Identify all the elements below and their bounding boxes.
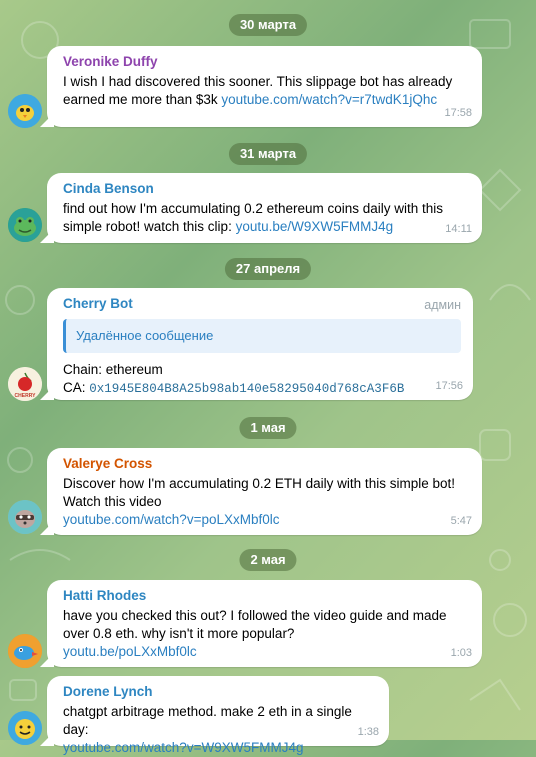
sender-name[interactable]: Veronike Duffy xyxy=(63,53,470,71)
message-link[interactable]: youtu.be/poLXxMbf0lc xyxy=(63,644,197,659)
contract-address-line: CA: 0x1945E804B8A25b98ab140e58295040d768… xyxy=(63,380,405,396)
reply-quote[interactable]: Удалённое сообщение xyxy=(63,319,461,353)
date-separator: 31 марта xyxy=(228,143,308,165)
message-text: Discover how I'm accumulating 0.2 ETH da… xyxy=(63,476,455,509)
sender-name[interactable]: Valerye Cross xyxy=(63,455,470,473)
message-bubble[interactable]: Valerye Cross Discover how I'm accumulat… xyxy=(47,448,482,535)
contract-address[interactable]: 0x1945E804B8A25b98ab140e58295040d768cA3F… xyxy=(89,382,404,396)
sender-name[interactable]: Cinda Benson xyxy=(63,180,470,198)
message-time: 17:56 xyxy=(435,380,463,392)
message-time: 1:38 xyxy=(357,726,379,738)
avatar[interactable] xyxy=(8,208,42,242)
cherry-icon: CHERRY xyxy=(8,367,42,401)
message-text: chatgpt arbitrage method. make 2 eth in … xyxy=(63,704,352,737)
message-bubble[interactable]: Hatti Rhodes have you checked this out? … xyxy=(47,580,482,667)
message-text: I wish I had discovered this sooner. Thi… xyxy=(63,74,453,107)
date-separator: 1 мая xyxy=(239,417,297,439)
date-separator: 2 мая xyxy=(239,549,297,571)
bird-icon xyxy=(8,94,42,128)
sender-name[interactable]: Hatti Rhodes xyxy=(63,587,470,605)
message-bubble[interactable]: Cherry Bot админ Удалённое сообщение Cha… xyxy=(47,288,473,400)
message-link[interactable]: youtu.be/W9XW5FMMJ4g xyxy=(236,219,394,234)
message-time: 1:03 xyxy=(450,647,472,659)
frog-icon xyxy=(8,208,42,242)
avatar[interactable] xyxy=(8,634,42,668)
message-bubble[interactable]: Cinda Benson find out how I'm accumulati… xyxy=(47,173,482,243)
svg-text:CHERRY: CHERRY xyxy=(15,393,37,399)
message-text: have you checked this out? I followed th… xyxy=(63,608,447,641)
message-link[interactable]: youtube.com/watch?v=W9XW5FMMJ4g xyxy=(63,740,303,755)
message-link-line: youtube.com/watch?v=W9XW5FMMJ4g xyxy=(63,739,377,757)
avatar[interactable]: CHERRY xyxy=(8,367,42,401)
message-link[interactable]: youtube.com/watch?v=r7twdK1jQhc xyxy=(221,92,437,107)
message-link-line: youtube.com/watch?v=poLXxMbf0lc xyxy=(63,511,470,529)
message-link-line: youtu.be/poLXxMbf0lc xyxy=(63,643,470,661)
date-separator: 27 апреля xyxy=(224,258,312,280)
message-time: 17:58 xyxy=(444,107,472,119)
message-time: 14:11 xyxy=(445,223,472,235)
raccoon-icon xyxy=(8,500,42,534)
message-text: Chain: ethereum xyxy=(63,362,163,377)
message-bubble[interactable]: Dorene Lynch chatgpt arbitrage method. m… xyxy=(47,676,389,755)
avatar[interactable] xyxy=(8,500,42,534)
sender-name[interactable]: Cherry Bot xyxy=(63,295,461,313)
date-separator: 30 марта xyxy=(228,14,308,36)
message-link[interactable]: youtube.com/watch?v=poLXxMbf0lc xyxy=(63,512,280,527)
message-bubble[interactable]: Veronike Duffy I wish I had discovered t… xyxy=(47,46,482,127)
sender-name[interactable]: Dorene Lynch xyxy=(63,683,377,701)
avatar[interactable] xyxy=(8,94,42,128)
bird-icon xyxy=(8,634,42,668)
message-text: find out how I'm accumulating 0.2 ethere… xyxy=(63,201,444,234)
admin-badge: админ xyxy=(424,298,461,312)
message-time: 5:47 xyxy=(450,515,472,527)
